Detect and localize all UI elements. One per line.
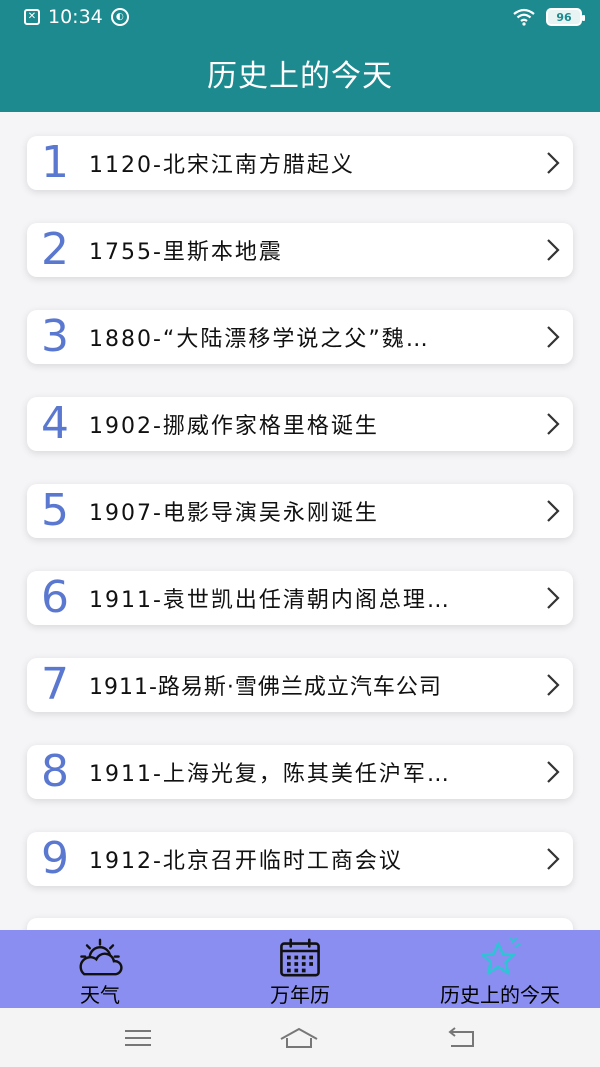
chevron-right-icon (533, 846, 573, 872)
event-title: 1120-北宋江南方腊起义 (89, 153, 355, 178)
event-number: 2 (41, 224, 69, 275)
chevron-right-icon (533, 411, 573, 437)
event-item-4[interactable]: 4 1902-挪威作家格里格诞生 (27, 397, 573, 451)
tab-weather-label: 天气 (80, 983, 120, 1007)
event-item-2[interactable]: 2 1755-里斯本地震 (27, 223, 573, 277)
event-number: 7 (41, 659, 69, 710)
bottom-tab-bar: 天气 万年历 历史上的今天 (0, 930, 600, 1008)
battery-icon: 96 (546, 8, 585, 26)
page-title: 历史上的今天 (207, 59, 393, 94)
event-title: 1911-上海光复，陈其美任沪军… (89, 762, 451, 787)
event-number: 5 (41, 485, 69, 536)
status-time: 10:34 (48, 6, 103, 28)
battery-level: 96 (556, 10, 572, 24)
tab-history-label: 历史上的今天 (440, 983, 560, 1007)
sim-off-icon: ✕ (24, 9, 40, 25)
chevron-right-icon (533, 498, 573, 524)
event-title: 1907-电影导演吴永刚诞生 (89, 501, 379, 526)
chevron-right-icon (533, 585, 573, 611)
event-item-7[interactable]: 7 1911-路易斯·雪佛兰成立汽车公司 (27, 658, 573, 712)
status-right: 96 (512, 8, 585, 26)
status-bar: ✕ 10:34 ◐ 96 (0, 0, 600, 34)
chevron-right-icon (533, 150, 573, 176)
back-icon[interactable] (445, 1026, 477, 1050)
chevron-right-icon (533, 237, 573, 263)
event-number: 1 (41, 137, 69, 188)
wifi-icon (513, 8, 535, 26)
chevron-right-icon (533, 672, 573, 698)
weather-icon (79, 938, 123, 976)
status-left: ✕ 10:34 ◐ (24, 6, 129, 28)
event-item-8[interactable]: 8 1911-上海光复，陈其美任沪军… (27, 745, 573, 799)
event-title: 1755-里斯本地震 (89, 240, 283, 265)
event-title: 1911-袁世凯出任清朝内阁总理… (89, 588, 451, 613)
event-item-1[interactable]: 1 1120-北宋江南方腊起义 (27, 136, 573, 190)
event-item-9[interactable]: 9 1912-北京召开临时工商会议 (27, 832, 573, 886)
event-title: 1880-“大陆漂移学说之父”魏… (89, 327, 430, 352)
tab-calendar-label: 万年历 (270, 983, 330, 1007)
chevron-right-icon (533, 324, 573, 350)
event-number: 8 (41, 746, 69, 797)
event-item-3[interactable]: 3 1880-“大陆漂移学说之父”魏… (27, 310, 573, 364)
tab-calendar[interactable]: 万年历 (200, 930, 400, 1008)
calendar-icon (280, 938, 320, 977)
system-nav-bar (0, 1008, 600, 1067)
home-icon[interactable] (279, 1026, 319, 1050)
chevron-right-icon (533, 759, 573, 785)
event-number: 9 (41, 833, 69, 884)
hd-icon: ◐ (110, 8, 129, 26)
event-item-partial[interactable] (27, 918, 573, 930)
app-header: 历史上的今天 (0, 34, 600, 112)
event-title: 1912-北京召开临时工商会议 (89, 849, 403, 874)
tab-history-today[interactable]: 历史上的今天 (400, 930, 600, 1008)
event-list: 1 1120-北宋江南方腊起义 2 1755-里斯本地震 3 1880-“大陆漂… (0, 112, 600, 930)
event-number: 4 (41, 398, 69, 449)
event-title: 1902-挪威作家格里格诞生 (89, 414, 379, 439)
event-item-6[interactable]: 6 1911-袁世凯出任清朝内阁总理… (27, 571, 573, 625)
event-number: 6 (41, 572, 69, 623)
tab-weather[interactable]: 天气 (0, 930, 200, 1008)
event-title: 1911-路易斯·雪佛兰成立汽车公司 (89, 675, 442, 700)
event-item-5[interactable]: 5 1907-电影导演吴永刚诞生 (27, 484, 573, 538)
event-number: 3 (41, 311, 69, 362)
star-icon (481, 938, 521, 975)
menu-icon[interactable] (123, 1027, 153, 1049)
